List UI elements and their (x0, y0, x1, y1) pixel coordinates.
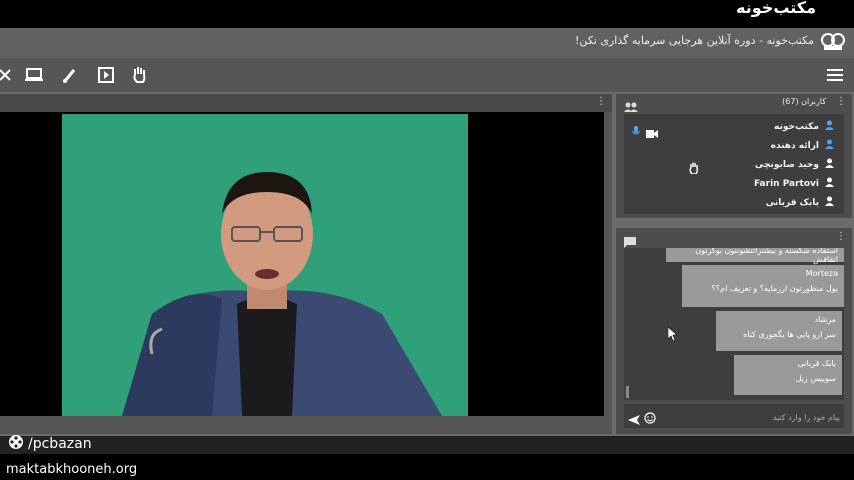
watermark: /pcbazan (8, 434, 92, 454)
mouse-cursor-icon (667, 326, 678, 345)
user-row[interactable]: ارائه دهنده (771, 139, 834, 152)
user-avatar-icon (825, 196, 834, 209)
users-header: کاربران (67) (782, 97, 826, 106)
chat-input-bar (624, 404, 844, 428)
session-title: مکتب‌خونه - دوره آنلاین هرجایی سرمایه گذ… (574, 34, 814, 47)
user-row[interactable]: مکتب‌خونه (774, 120, 834, 133)
chat-panel: ⋮ استفاده شکسته و بیشتراتتشوننون بوکرتون… (616, 228, 852, 434)
chat-message-author: مرشاد (814, 315, 836, 324)
user-row[interactable]: وحید صابونچی (755, 158, 834, 171)
chat-message: بابک قربانی سوییس زیل (734, 355, 842, 395)
play-icon[interactable] (97, 66, 115, 84)
user-avatar-icon (825, 158, 834, 171)
user-name: بابک قربانی (765, 197, 819, 208)
chat-message-input[interactable] (664, 407, 842, 427)
user-row[interactable]: Farin Partovi (754, 177, 834, 190)
presenter-silhouette (122, 172, 442, 416)
emoji-icon[interactable] (644, 409, 656, 428)
chat-message-text: سوییس زیل (795, 374, 836, 383)
user-row[interactable]: بابک قربانی (766, 196, 834, 209)
send-icon[interactable] (628, 410, 640, 429)
webcam-video (0, 112, 604, 416)
user-avatar-icon (825, 120, 834, 133)
brush-icon[interactable] (61, 66, 79, 84)
mic-icon[interactable] (631, 122, 641, 141)
hand-raised-icon (688, 159, 699, 178)
chat-options-icon[interactable]: ⋮ (836, 231, 846, 242)
users-list: مکتب‌خونه ارائه دهنده وحید صابونچی Farin… (624, 114, 844, 214)
user-name: Farin Partovi (753, 178, 819, 189)
green-screen-background (62, 114, 468, 416)
chat-message: مرشاد سر ارو پایی ها یگجوری کناه (716, 311, 842, 351)
user-name: وحید صابونچی (754, 159, 819, 170)
site-url: maktabkhooneh.org (6, 462, 138, 477)
chat-message: Morteza پول منظورتون ارزمایه؟ و تعریف ام… (682, 265, 844, 307)
title-bar: مکتب‌خونه - دوره آنلاین هرجایی سرمایه گذ… (0, 28, 854, 58)
logo-icon (820, 30, 846, 54)
film-reel-icon (8, 434, 24, 454)
user-name: مکتب‌خونه (774, 121, 819, 132)
chat-message-text: استفاده شکسته و بیشتراتتشوننون بوکرتون ا… (695, 248, 838, 264)
user-avatar-icon (825, 177, 834, 190)
chat-message-author: بابک قربانی (797, 359, 836, 368)
menu-icon[interactable] (826, 66, 844, 84)
users-panel: کاربران (67) ⋮ مکتب‌خونه ارائه دهنده وحی… (616, 94, 852, 218)
chat-message-text: پول منظورتون ارزمایه؟ و تعریف ام؟؟ (711, 284, 838, 293)
camera-icon[interactable] (646, 123, 658, 142)
presenter-toolbar (0, 58, 854, 92)
chat-message: استفاده شکسته و بیشتراتتشوننون بوکرتون ا… (666, 248, 844, 264)
bottom-bar (0, 436, 854, 454)
chat-message-author: Morteza (805, 269, 838, 278)
chat-messages: استفاده شکسته و بیشتراتتشوننون بوکرتون ا… (624, 248, 844, 400)
video-panel-header: ⋮ (0, 94, 612, 112)
user-name: ارائه دهنده (770, 140, 819, 151)
video-panel: ⋮ (0, 94, 612, 434)
chat-message-text: سر ارو پایی ها یگجوری کناه (743, 330, 836, 339)
hand-icon[interactable] (130, 66, 148, 84)
close-icon[interactable] (0, 66, 14, 84)
watermark-handle: /pcbazan (28, 436, 92, 452)
more-options-icon[interactable]: ⋮ (596, 96, 606, 107)
user-avatar-icon (825, 139, 834, 152)
screen-share-icon[interactable] (25, 66, 43, 84)
brand-name: مکتب‌خونه (736, 0, 816, 17)
users-options-icon[interactable]: ⋮ (836, 96, 846, 107)
chat-scrollbar[interactable] (626, 386, 629, 398)
